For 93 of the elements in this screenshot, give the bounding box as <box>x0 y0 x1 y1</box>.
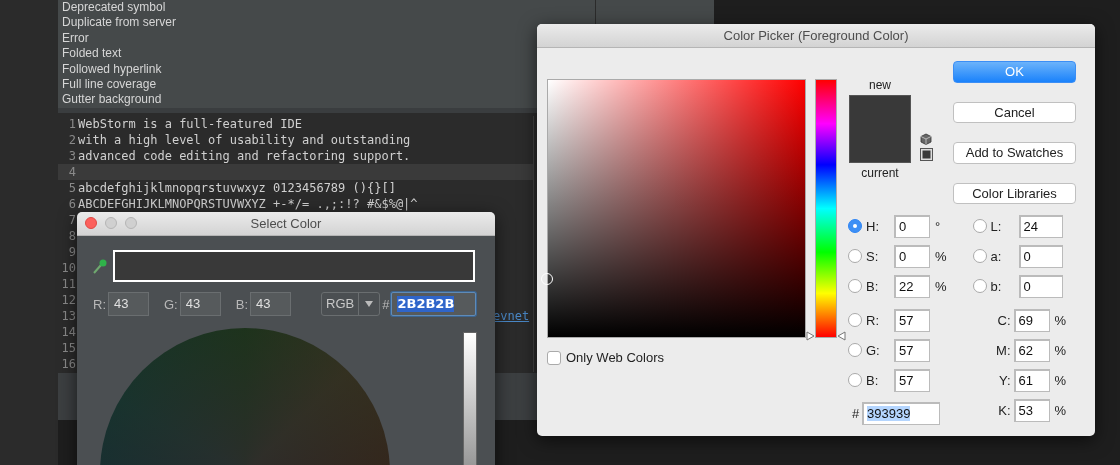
radio-button[interactable] <box>848 279 862 293</box>
color-swatch <box>849 95 911 163</box>
unit-label: % <box>1054 312 1067 328</box>
field-label: H: <box>866 218 880 234</box>
field-label: B: <box>866 278 880 294</box>
field-label: S: <box>866 248 880 264</box>
hash-label: # <box>382 296 390 312</box>
value-field[interactable]: 69 <box>1013 308 1050 332</box>
cube-icon[interactable] <box>920 133 932 145</box>
line-number: 4 <box>67 164 77 180</box>
radio-button[interactable] <box>972 219 987 233</box>
unit-label: % <box>935 278 947 294</box>
line-number: 16 <box>60 356 77 372</box>
value-field[interactable]: 0 <box>894 244 930 268</box>
unit-label: ° <box>935 218 941 234</box>
value-field[interactable]: 0 <box>1018 274 1063 298</box>
line-number: 14 <box>60 324 77 340</box>
slider-thumb[interactable] <box>806 331 846 341</box>
field-label: M: <box>995 342 1011 358</box>
value-field[interactable]: 57 <box>894 338 930 362</box>
line-number: 2 <box>67 132 77 148</box>
dialog-button[interactable]: Add to Swatches <box>953 142 1076 164</box>
code-line: abcdefghijklmnopqrstuvwxyz 0123456789 (){}[] <box>78 180 396 196</box>
radio-button[interactable] <box>972 249 987 263</box>
zoom-button[interactable] <box>125 217 137 229</box>
close-button[interactable] <box>85 217 97 229</box>
radio-button[interactable] <box>972 279 987 293</box>
value-field[interactable]: 43 <box>108 292 149 316</box>
hex-field[interactable]: 2B2B2B <box>391 292 477 316</box>
current-label: current <box>861 165 899 181</box>
swatch-icon[interactable] <box>920 148 933 161</box>
new-label: new <box>869 77 891 93</box>
field-label: b: <box>990 278 1003 294</box>
radio-button[interactable] <box>848 373 862 387</box>
line-number: 3 <box>67 148 77 164</box>
window-title: Color Picker (Foreground Color) <box>723 28 909 43</box>
value-field[interactable]: 22 <box>894 274 930 298</box>
field-label: G: <box>866 342 881 358</box>
value-field[interactable]: 57 <box>894 368 930 392</box>
line-number: 11 <box>60 276 77 292</box>
field-label: B: <box>235 296 249 312</box>
minimize-button[interactable] <box>105 217 117 229</box>
field-label: B: <box>866 372 880 388</box>
line-number: 7 <box>67 212 77 228</box>
radio-button[interactable] <box>848 249 862 263</box>
line-number: 13 <box>60 308 77 324</box>
field-label: G: <box>164 296 178 312</box>
field-label: C: <box>996 312 1011 328</box>
eyedropper-icon[interactable] <box>93 258 107 274</box>
radio-button[interactable] <box>848 313 862 327</box>
value-field[interactable]: 0 <box>894 214 930 238</box>
value-field[interactable]: 53 <box>1013 398 1050 422</box>
line-number: 6 <box>67 196 77 212</box>
mode-dropdown[interactable]: RGB <box>321 292 381 316</box>
value-field[interactable]: 43 <box>250 292 292 316</box>
radio-button[interactable] <box>848 219 862 233</box>
value-field[interactable]: 24 <box>1018 214 1063 238</box>
code-line: advanced code editing and refactoring support. <box>78 148 411 164</box>
unit-label: % <box>1054 402 1067 418</box>
unit-label: % <box>1054 372 1067 388</box>
value-field[interactable]: 0 <box>1018 244 1063 268</box>
code-line: WebStorm is a full-featured IDE <box>78 116 302 132</box>
field-label: L: <box>990 218 1003 234</box>
hash-label: # <box>852 406 861 421</box>
unit-label: % <box>1054 342 1067 358</box>
value-field[interactable]: 61 <box>1013 368 1050 392</box>
list-item[interactable]: Deprecated symbol <box>62 0 595 16</box>
value-field[interactable]: 57 <box>894 308 930 332</box>
dialog-button[interactable]: Cancel <box>953 101 1076 123</box>
window-title: Select Color <box>250 216 322 231</box>
field-label: R: <box>866 312 880 328</box>
code-line: with a high level of usability and outstanding <box>78 132 411 148</box>
checkbox[interactable] <box>547 350 561 365</box>
line-number: 15 <box>60 340 77 356</box>
radio-button[interactable] <box>848 343 862 357</box>
field-label: R: <box>93 296 106 312</box>
line-number: 8 <box>67 228 77 244</box>
unit-label: % <box>935 248 947 264</box>
field-label: a: <box>990 248 1003 264</box>
line-number: 10 <box>60 260 77 276</box>
line-number: 12 <box>60 292 77 308</box>
hex-field[interactable]: 393939 <box>862 402 940 425</box>
code-line: ABCDEFGHIJKLMNOPQRSTUVWXYZ +-*/= .,;:!? #&$%@|^ <box>78 196 418 212</box>
line-number: 5 <box>67 180 77 196</box>
field-label: K: <box>997 402 1011 418</box>
value-field[interactable]: 43 <box>179 292 221 316</box>
field-label: Y: <box>998 372 1011 388</box>
list-item[interactable]: Duplicate from server <box>62 15 595 31</box>
dialog-button[interactable]: Color Libraries <box>953 182 1076 204</box>
line-number: 9 <box>67 244 77 260</box>
line-number: 1 <box>67 116 77 132</box>
checkbox-label: Only Web Colors <box>566 350 664 365</box>
value-field[interactable]: 62 <box>1013 338 1050 362</box>
